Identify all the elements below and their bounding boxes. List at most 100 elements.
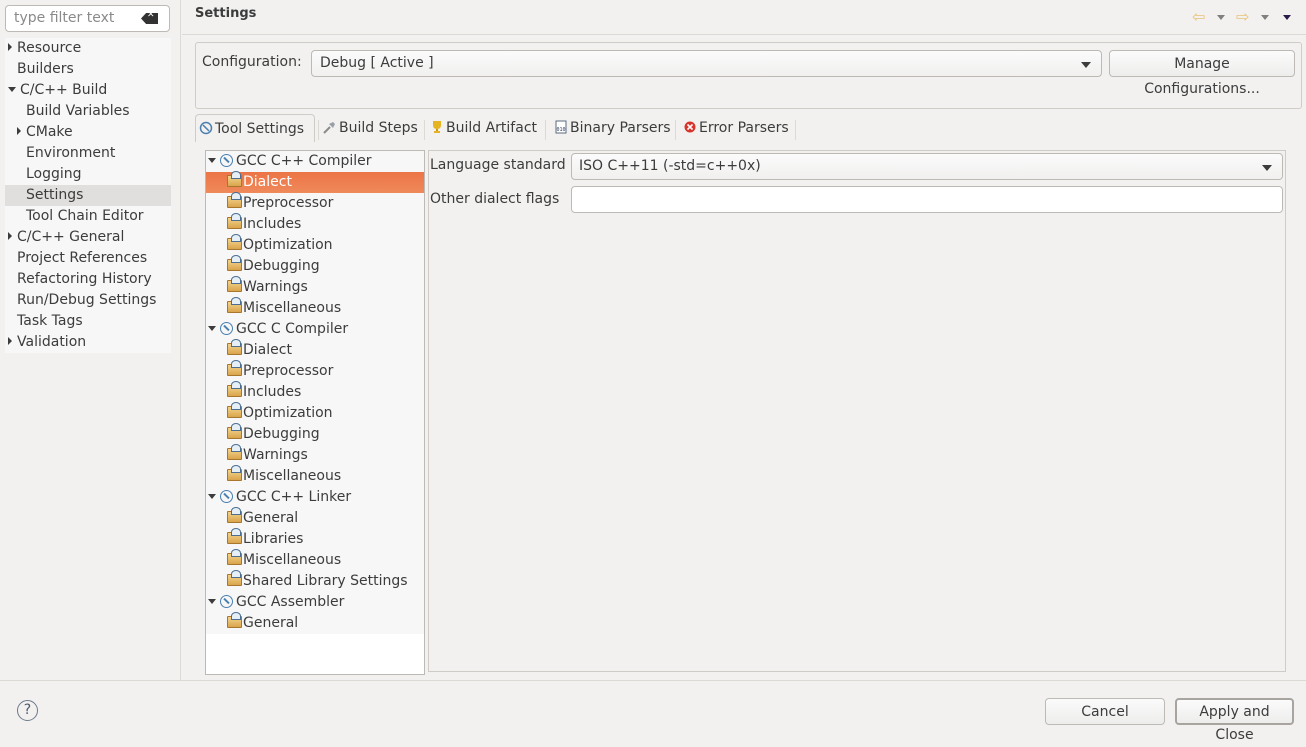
other-dialect-flags-label: Other dialect flags (430, 191, 560, 207)
tree-option-node[interactable]: Miscellaneous (206, 549, 424, 571)
tab-build-steps[interactable]: Build Steps (320, 114, 418, 142)
tree-node-label: GCC C++ Compiler (236, 153, 372, 169)
tree-option-node[interactable]: Optimization (206, 234, 424, 256)
sidebar-item-c-c-general[interactable]: C/C++ General (5, 227, 171, 248)
dialect-options-panel: Language standard ISO C++11 (-std=c++0x)… (428, 150, 1286, 672)
tree-tool-node[interactable]: GCC C++ Compiler (206, 151, 424, 172)
tab-error-parsers[interactable]: Error Parsers (680, 114, 789, 142)
build-artifact-icon (430, 116, 444, 133)
sidebar-item-label: Builders (17, 61, 74, 77)
binary-parsers-icon: 010 (554, 116, 568, 134)
tree-node-label: GCC C Compiler (236, 321, 349, 337)
sidebar-item-logging[interactable]: Logging (5, 164, 171, 185)
tree-option-node[interactable]: Preprocessor (206, 192, 424, 214)
tree-option-node[interactable]: Includes (206, 381, 424, 403)
sidebar-item-environment[interactable]: Environment (5, 143, 171, 164)
back-arrow-icon[interactable]: ⇦ (1192, 9, 1205, 25)
collapsed-arrow-icon[interactable] (17, 127, 21, 135)
sidebar-item-refactoring-history[interactable]: Refactoring History (5, 269, 171, 290)
tree-option-node[interactable]: Warnings (206, 444, 424, 466)
tree-option-node[interactable]: Includes (206, 213, 424, 235)
tree-option-node[interactable]: Preprocessor (206, 360, 424, 382)
language-standard-value: ISO C++11 (-std=c++0x) (579, 158, 761, 174)
tab-divider (545, 120, 546, 140)
option-category-icon (227, 255, 242, 271)
tree-tool-node[interactable]: GCC C++ Linker (206, 487, 424, 508)
tree-node-label: Debugging (243, 258, 320, 274)
collapsed-arrow-icon[interactable] (8, 337, 12, 345)
help-icon[interactable]: ? (17, 700, 38, 721)
apply-and-close-button[interactable]: Apply and Close (1175, 698, 1294, 743)
configuration-select[interactable]: Debug [ Active ] (311, 50, 1102, 77)
tree-option-node[interactable]: Shared Library Settings (206, 570, 424, 592)
tab-divider (795, 120, 796, 140)
sidebar-item-label: Project References (17, 250, 148, 266)
expanded-arrow-icon[interactable] (208, 494, 216, 499)
tree-option-node[interactable]: Dialect (206, 171, 424, 193)
tree-option-node[interactable]: Optimization (206, 402, 424, 424)
option-category-icon (227, 423, 242, 439)
view-menu-icon[interactable] (1283, 15, 1291, 20)
tree-node-label: GCC C++ Linker (236, 489, 352, 505)
tab-binary-parsers[interactable]: 010 Binary Parsers (551, 114, 671, 142)
tree-option-node[interactable]: General (206, 612, 424, 634)
tree-option-node[interactable]: Miscellaneous (206, 297, 424, 319)
tree-option-node[interactable]: Warnings (206, 276, 424, 298)
configuration-group: Configuration: Debug [ Active ] Manage C… (195, 42, 1302, 109)
tree-tool-node[interactable]: GCC Assembler (206, 592, 424, 613)
sidebar-item-task-tags[interactable]: Task Tags (5, 311, 171, 332)
tool-icon (220, 322, 233, 335)
forward-history-dropdown-icon[interactable] (1261, 15, 1269, 20)
header-divider (182, 34, 1306, 35)
option-category-icon (227, 570, 242, 586)
tab-tool-settings[interactable]: Tool Settings (195, 114, 315, 142)
sidebar-item-c-c-build[interactable]: C/C++ Build (5, 80, 171, 101)
language-standard-select[interactable]: ISO C++11 (-std=c++0x) (571, 153, 1283, 180)
tree-node-label: Debugging (243, 426, 320, 442)
tree-option-node[interactable]: Libraries (206, 528, 424, 550)
other-dialect-flags-input[interactable] (571, 186, 1283, 213)
tree-option-node[interactable]: General (206, 507, 424, 529)
sidebar-item-builders[interactable]: Builders (5, 59, 171, 80)
sidebar-item-label: Validation (17, 334, 87, 350)
sidebar-item-project-references[interactable]: Project References (5, 248, 171, 269)
tree-option-node[interactable]: Debugging (206, 255, 424, 277)
tree-node-label: Miscellaneous (243, 552, 342, 568)
tree-option-node[interactable]: Miscellaneous (206, 465, 424, 487)
tree-node-label: Dialect (243, 342, 292, 358)
manage-configurations-button[interactable]: Manage Configurations... (1109, 50, 1295, 97)
tree-node-label: General (243, 615, 299, 631)
option-category-icon (227, 528, 242, 544)
collapsed-arrow-icon[interactable] (8, 43, 12, 51)
sidebar-item-label: Logging (26, 166, 82, 182)
back-history-dropdown-icon[interactable] (1217, 15, 1225, 20)
tree-node-label: Warnings (243, 447, 308, 463)
collapsed-arrow-icon[interactable] (8, 232, 12, 240)
tool-icon (220, 490, 233, 503)
tree-tool-node[interactable]: GCC C Compiler (206, 319, 424, 340)
configuration-value: Debug [ Active ] (320, 55, 434, 71)
expanded-arrow-icon[interactable] (208, 158, 216, 163)
sidebar-item-settings[interactable]: Settings (5, 185, 171, 206)
filter-input[interactable] (12, 9, 137, 27)
forward-arrow-icon[interactable]: ⇨ (1236, 9, 1249, 25)
option-category-icon (227, 465, 242, 481)
expanded-arrow-icon[interactable] (208, 599, 216, 604)
tree-node-label: Shared Library Settings (243, 573, 408, 589)
sidebar-item-build-variables[interactable]: Build Variables (5, 101, 171, 122)
tool-icon (220, 595, 233, 608)
sidebar-item-label: Refactoring History (17, 271, 152, 287)
sidebar-item-run-debug-settings[interactable]: Run/Debug Settings (5, 290, 171, 311)
filter-field[interactable] (5, 5, 170, 32)
sidebar-item-cmake[interactable]: CMake (5, 122, 171, 143)
expanded-arrow-icon[interactable] (8, 87, 16, 92)
tree-option-node[interactable]: Debugging (206, 423, 424, 445)
tab-build-artifact[interactable]: Build Artifact (427, 114, 537, 142)
sidebar-item-tool-chain-editor[interactable]: Tool Chain Editor (5, 206, 171, 227)
cancel-button[interactable]: Cancel (1045, 698, 1165, 725)
expanded-arrow-icon[interactable] (208, 326, 216, 331)
clear-filter-icon[interactable] (141, 13, 158, 24)
sidebar-item-resource[interactable]: Resource (5, 38, 171, 59)
tree-option-node[interactable]: Dialect (206, 339, 424, 361)
sidebar-item-validation[interactable]: Validation (5, 332, 171, 353)
